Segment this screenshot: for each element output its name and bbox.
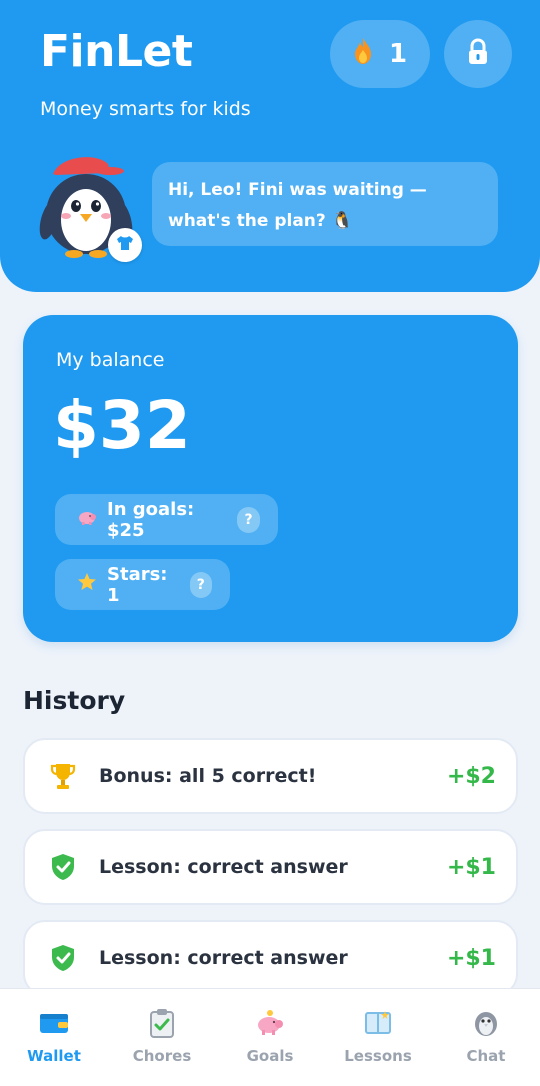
app-title: FinLet [40,26,193,77]
history-item-label: Bonus: all 5 correct! [99,765,317,787]
nav-label-goals: Goals [246,1047,294,1065]
balance-card: My balance $32 In goals: $25 ? Stars: 1 … [23,315,518,642]
nav-tab-lessons[interactable]: Lessons [324,989,432,1086]
piggy-bank-icon [77,509,97,530]
nav-label-wallet: Wallet [27,1047,81,1065]
book-icon [362,1007,394,1039]
parent-lock-button[interactable] [444,20,512,88]
nav-tab-chores[interactable]: Chores [108,989,216,1086]
nav-tab-goals[interactable]: Goals [216,989,324,1086]
outfit-button[interactable] [108,228,142,262]
app-tagline: Money smarts for kids [40,98,251,120]
nav-tab-chat[interactable]: Chat [432,989,540,1086]
penguin-icon [470,1007,502,1039]
clipboard-check-icon [146,1007,178,1039]
nav-label-chat: Chat [466,1047,506,1065]
shirt-icon [116,235,134,255]
balance-label: My balance [56,349,165,371]
history-item-amount: +$2 [446,763,496,789]
stars-chip[interactable]: Stars: 1 ? [55,559,230,610]
piggy-bank-icon [254,1007,286,1039]
history-item[interactable]: Bonus: all 5 correct! +$2 [23,738,518,814]
wallet-icon [38,1007,70,1039]
history-title: History [23,686,126,715]
nav-label-chores: Chores [132,1047,192,1065]
shield-check-icon [49,853,77,881]
bottom-nav: Wallet Chores Goals Lessons Chat [0,988,540,1086]
app-header: FinLet Money smarts for kids 1 Hi, Leo! … [0,0,540,292]
flame-icon [353,37,373,72]
help-icon[interactable]: ? [237,506,260,533]
nav-tab-wallet[interactable]: Wallet [0,989,108,1086]
mascot-speech-bubble: Hi, Leo! Fini was waiting — what's the p… [152,162,498,246]
history-item-amount: +$1 [446,854,496,880]
help-icon[interactable]: ? [189,571,212,598]
lock-icon [467,38,489,70]
history-item[interactable]: Lesson: correct answer +$1 [23,829,518,905]
history-item-label: Lesson: correct answer [99,856,348,878]
history-item[interactable]: Lesson: correct answer +$1 [23,920,518,996]
history-item-label: Lesson: correct answer [99,947,348,969]
stars-chip-label: Stars: 1 [107,563,168,606]
goals-chip[interactable]: In goals: $25 ? [55,494,278,545]
streak-count: 1 [388,39,408,69]
nav-label-lessons: Lessons [344,1047,412,1065]
streak-button[interactable]: 1 [330,20,430,88]
history-item-amount: +$1 [446,945,496,971]
goals-chip-label: In goals: $25 [107,498,195,541]
trophy-icon [49,762,77,790]
star-icon [77,572,97,597]
shield-check-icon [49,944,77,972]
balance-amount: $32 [53,387,191,464]
